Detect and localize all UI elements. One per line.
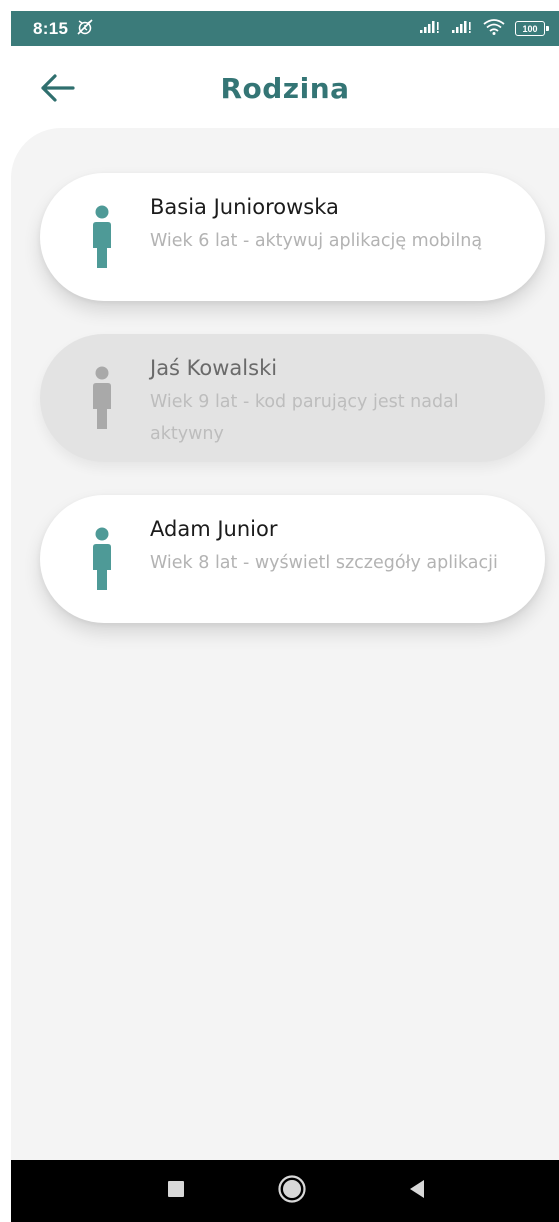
- child-card-jas[interactable]: Jaś Kowalski Wiek 9 lat - kod parujący j…: [40, 334, 545, 462]
- child-card-basia[interactable]: Basia Juniorowska Wiek 6 lat - aktywuj a…: [40, 173, 545, 301]
- signal-icon: [419, 19, 441, 38]
- person-icon: [93, 527, 111, 590]
- child-name: Adam Junior: [150, 517, 278, 541]
- battery-icon: 100: [515, 21, 549, 36]
- wifi-icon: [483, 18, 505, 39]
- person-icon: [93, 366, 111, 429]
- page-title: Rodzina: [220, 72, 350, 105]
- child-card-adam[interactable]: Adam Junior Wiek 8 lat - wyświetl szczeg…: [40, 495, 545, 623]
- app-header: Rodzina: [11, 46, 559, 131]
- status-time: 8:15: [33, 18, 69, 38]
- home-button[interactable]: [262, 1160, 322, 1222]
- home-icon: [277, 1174, 307, 1208]
- child-name: Basia Juniorowska: [150, 195, 339, 219]
- status-bar: 8:15 100: [11, 11, 559, 46]
- recents-icon: [167, 1180, 185, 1202]
- signal-icon: [451, 19, 473, 38]
- child-status: Wiek 6 lat - aktywuj aplikację mobilną: [150, 231, 483, 251]
- child-status: Wiek 9 lat - kod parujący jest nadal akt…: [150, 392, 459, 444]
- system-back-button[interactable]: [387, 1160, 447, 1222]
- alarm-off-icon: [76, 18, 94, 40]
- child-name: Jaś Kowalski: [150, 356, 278, 380]
- recents-button[interactable]: [146, 1160, 206, 1222]
- person-icon: [93, 205, 111, 268]
- system-nav-bar: [11, 1160, 559, 1222]
- screen-edge: [0, 0, 11, 1222]
- child-status: Wiek 8 lat - wyświetl szczegóły aplikacj…: [150, 553, 498, 573]
- back-icon: [408, 1179, 426, 1203]
